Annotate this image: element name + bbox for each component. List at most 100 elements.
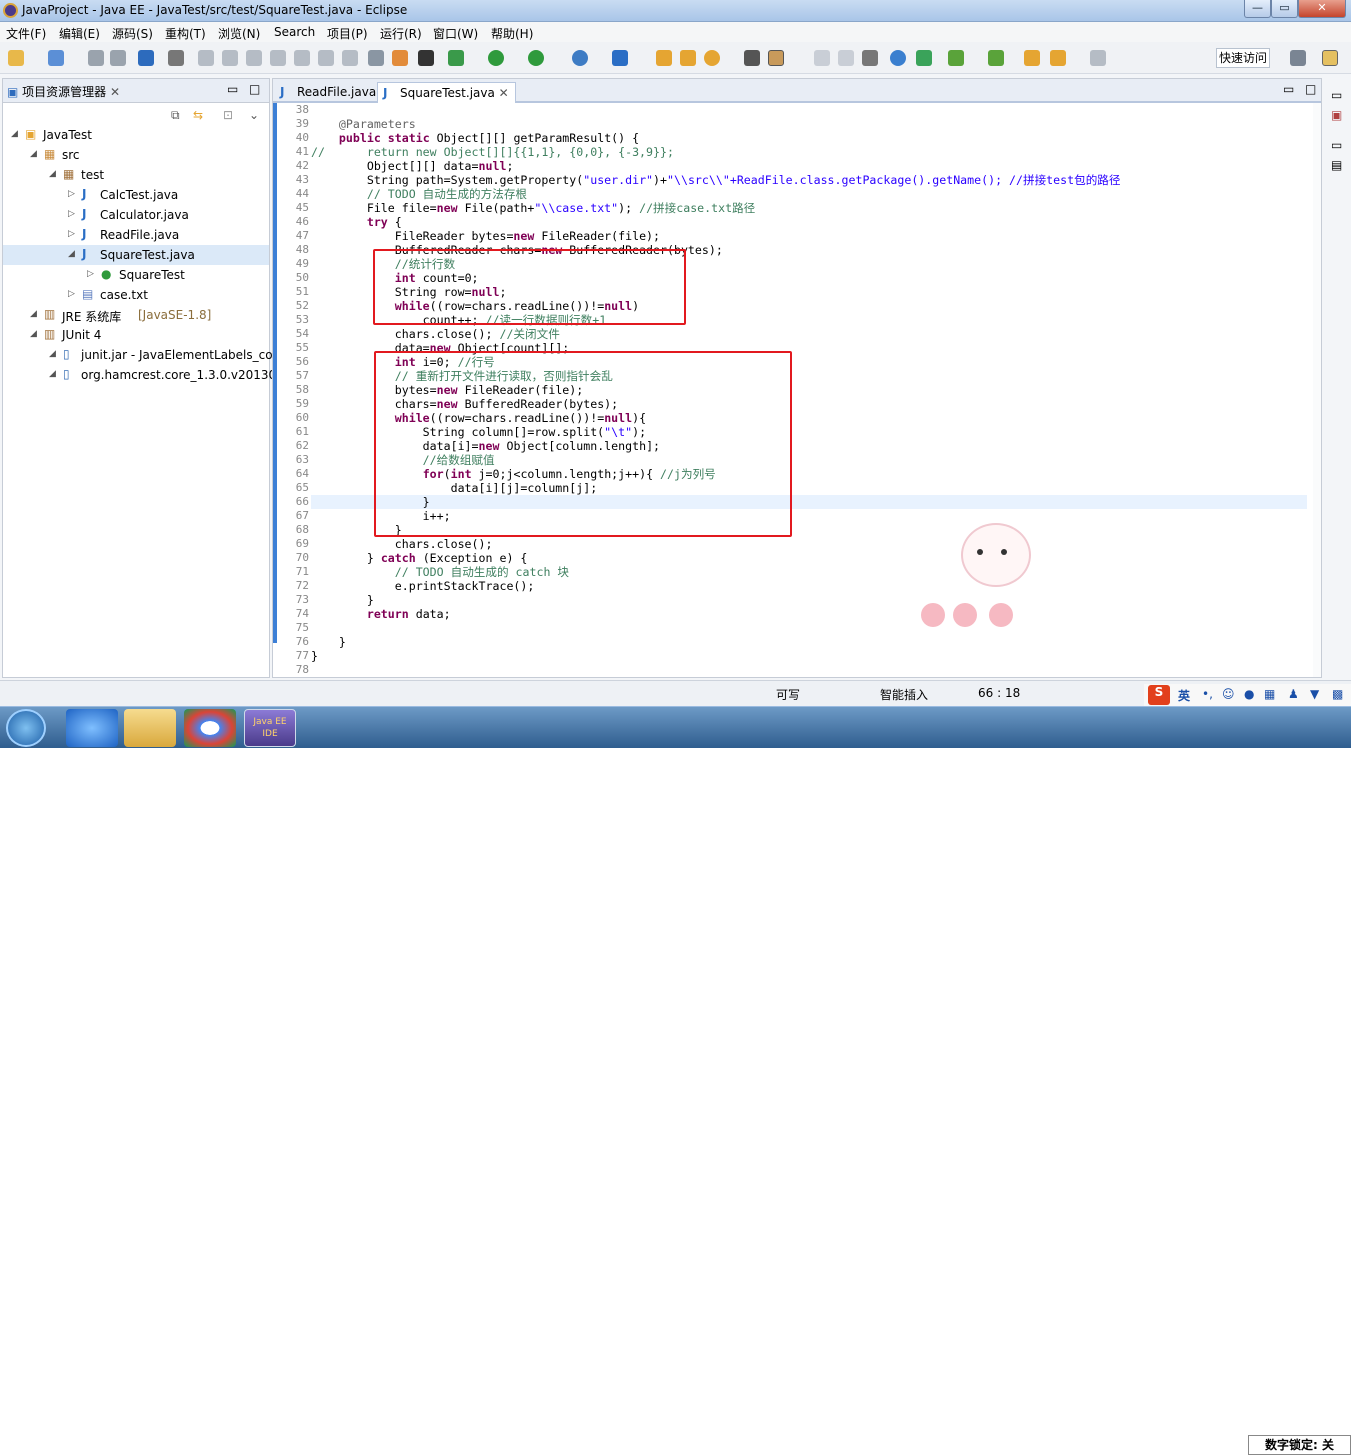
microphone-icon[interactable]: ● xyxy=(1244,687,1254,701)
emoji-icon[interactable]: ☺ xyxy=(1222,687,1235,701)
new-project-icon[interactable] xyxy=(48,50,64,66)
drop-to-frame-icon[interactable] xyxy=(368,50,384,66)
code-line[interactable]: try { xyxy=(311,215,402,229)
code-line[interactable]: } xyxy=(311,593,374,607)
menu-search[interactable]: Search xyxy=(274,25,315,39)
toggle-mark-icon[interactable] xyxy=(744,50,760,66)
minimize-view-icon[interactable]: ▭ xyxy=(227,82,238,96)
code-line[interactable]: return data; xyxy=(311,607,451,621)
code-line[interactable]: File file=new File(path+"\\case.txt"); /… xyxy=(311,201,755,215)
start-button[interactable] xyxy=(6,709,46,747)
tree-item[interactable]: ◢ ▦ src xyxy=(3,145,269,165)
open-perspective-icon[interactable] xyxy=(1290,50,1306,66)
tree-item[interactable]: ◢ ▥ JRE 系统库 [JavaSE-1.8] xyxy=(3,305,269,325)
restore-icon[interactable]: ▭ xyxy=(1331,88,1342,102)
keyboard-icon[interactable]: ▦ xyxy=(1264,687,1275,701)
code-line[interactable]: } catch (Exception e) { xyxy=(311,551,528,565)
back-icon[interactable] xyxy=(1050,50,1066,66)
tree-item[interactable]: ◢ J SquareTest.java xyxy=(3,245,269,265)
quick-access-field[interactable]: 快速访问 xyxy=(1216,48,1270,68)
last-edit-icon[interactable] xyxy=(1024,50,1040,66)
coverage-icon[interactable] xyxy=(528,50,544,66)
internet-explorer-icon[interactable] xyxy=(66,709,118,747)
expand-toggle-icon[interactable]: ▷ xyxy=(68,289,75,299)
expand-toggle-icon[interactable]: ◢ xyxy=(49,349,56,359)
expand-toggle-icon[interactable]: ◢ xyxy=(49,369,56,379)
save-icon[interactable] xyxy=(88,50,104,66)
code-line[interactable]: // TODO 自动生成的 catch 块 xyxy=(311,565,569,579)
save-all-icon[interactable] xyxy=(110,50,126,66)
punctuation-icon[interactable]: •, xyxy=(1202,687,1213,701)
suspend-icon[interactable] xyxy=(222,50,238,66)
code-line[interactable]: Object[][] data=null; xyxy=(311,159,514,173)
close-button[interactable]: ✕ xyxy=(1298,0,1346,18)
close-tab-icon[interactable]: ✕ xyxy=(110,85,120,99)
previous-annotation-icon[interactable] xyxy=(988,50,1004,66)
menu-navigate[interactable]: 浏览(N) xyxy=(218,25,260,42)
code-line[interactable]: public static Object[][] getParamResult(… xyxy=(311,131,639,145)
resume-icon[interactable] xyxy=(198,50,214,66)
show-whitespace-icon[interactable] xyxy=(862,50,878,66)
code-line[interactable]: chars.close(); xyxy=(311,537,493,551)
tree-item[interactable]: ◢ ▥ JUnit 4 xyxy=(3,325,269,345)
expand-toggle-icon[interactable]: ◢ xyxy=(49,169,56,179)
expand-toggle-icon[interactable]: ▷ xyxy=(68,209,75,219)
tree-item[interactable]: ▷ ▤ case.txt xyxy=(3,285,269,305)
step-return-icon[interactable] xyxy=(342,50,358,66)
code-line[interactable]: // TODO 自动生成的方法存根 xyxy=(311,187,527,201)
expand-toggle-icon[interactable]: ▷ xyxy=(68,189,75,199)
web-browser-icon[interactable] xyxy=(890,50,906,66)
collapse-all-icon[interactable]: ⧉ xyxy=(171,108,180,123)
terminal-icon[interactable] xyxy=(138,50,154,66)
link-with-editor-icon[interactable]: ⇆ xyxy=(193,108,203,122)
menu-refactor[interactable]: 重构(T) xyxy=(165,25,206,42)
open-task-icon[interactable] xyxy=(680,50,696,66)
restore-icon-2[interactable]: ▭ xyxy=(1331,138,1342,152)
code-line[interactable]: @Parameters xyxy=(311,117,416,131)
project-explorer-tab[interactable]: ▣ 项目资源管理器 ✕ xyxy=(7,83,120,100)
menu-edit[interactable]: 编辑(E) xyxy=(59,25,100,42)
tree-item[interactable]: ▷ J ReadFile.java xyxy=(3,225,269,245)
new-icon[interactable] xyxy=(8,50,24,66)
word-wrap-icon[interactable] xyxy=(838,50,854,66)
code-line[interactable]: } xyxy=(311,635,346,649)
menu-window[interactable]: 窗口(W) xyxy=(433,25,478,42)
ime-language[interactable]: 英 xyxy=(1178,687,1190,704)
minimize-button[interactable]: — xyxy=(1244,0,1271,18)
block-select-icon[interactable] xyxy=(814,50,830,66)
user-icon[interactable]: ♟ xyxy=(1288,687,1299,701)
maximize-button[interactable]: ▭ xyxy=(1271,0,1298,18)
file-explorer-icon[interactable] xyxy=(124,709,176,747)
close-tab-icon[interactable]: ✕ xyxy=(499,86,509,100)
outline-icon[interactable]: ▤ xyxy=(1331,158,1342,172)
maximize-editor-icon[interactable]: □ xyxy=(1305,82,1316,96)
menu-help[interactable]: 帮助(H) xyxy=(491,25,533,42)
code-line[interactable]: // return new Object[][]{{1,1}, {0,0}, {… xyxy=(311,145,674,159)
minimize-editor-icon[interactable]: ▭ xyxy=(1283,82,1294,96)
expand-toggle-icon[interactable]: ▷ xyxy=(68,229,75,239)
tree-item[interactable]: ▷ J Calculator.java xyxy=(3,205,269,225)
java-ee-perspective-icon[interactable] xyxy=(1322,50,1338,66)
next-annotation-icon[interactable] xyxy=(948,50,964,66)
expand-toggle-icon[interactable]: ◢ xyxy=(30,309,37,319)
tree-item[interactable]: ◢ ▣ JavaTest xyxy=(3,125,269,145)
expand-toggle-icon[interactable]: ◢ xyxy=(68,249,75,259)
skip-breakpoints-icon[interactable] xyxy=(168,50,184,66)
disconnect-icon[interactable] xyxy=(270,50,286,66)
expand-toggle-icon[interactable]: ◢ xyxy=(11,129,18,139)
open-type-icon[interactable] xyxy=(656,50,672,66)
skin-icon[interactable]: ▼ xyxy=(1310,687,1319,701)
maximize-view-icon[interactable]: □ xyxy=(249,82,260,96)
tree-item[interactable]: ◢ ▯ junit.jar - JavaElementLabels_con xyxy=(3,345,280,365)
task-icon[interactable] xyxy=(916,50,932,66)
step-over-icon[interactable] xyxy=(318,50,334,66)
toolbox-icon[interactable]: ▩ xyxy=(1332,687,1343,701)
search-icon[interactable] xyxy=(704,50,720,66)
eclipse-taskbar-icon[interactable]: Java EE IDE xyxy=(244,709,296,747)
menu-source[interactable]: 源码(S) xyxy=(112,25,153,42)
clock[interactable]: 18:30 xyxy=(1283,1416,1315,1429)
view-menu-icon[interactable]: ⌄ xyxy=(249,108,259,122)
sogou-icon[interactable]: S xyxy=(1148,685,1170,705)
debug-icon[interactable] xyxy=(448,50,464,66)
tree-item[interactable]: ◢ ▯ org.hamcrest.core_1.3.0.v201303 xyxy=(3,365,284,385)
